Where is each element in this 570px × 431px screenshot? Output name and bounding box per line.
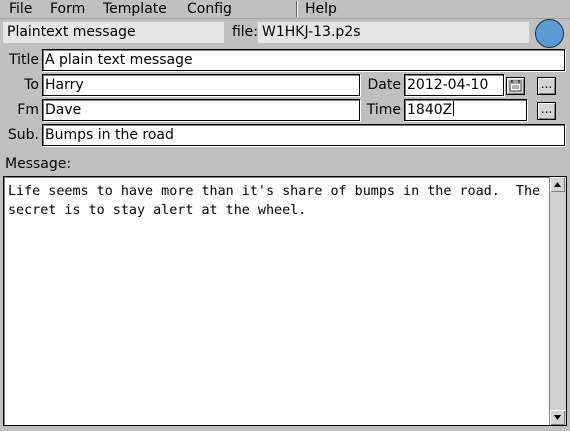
message-text[interactable]: Life seems to have more than it's share … (8, 182, 546, 220)
menu-file[interactable]: File (9, 1, 32, 18)
scroll-up-button[interactable] (550, 177, 565, 192)
date-label: Date (367, 77, 401, 93)
time-more-button[interactable]: ... (537, 102, 556, 120)
vertical-scrollbar[interactable] (549, 177, 566, 425)
title-label: Title (8, 52, 39, 68)
menu-form[interactable]: Form (50, 1, 85, 18)
to-input[interactable]: Harry (42, 74, 360, 96)
time-input[interactable]: 1840Z (404, 99, 527, 121)
calendar-icon (509, 80, 522, 92)
fm-label: Fm (17, 102, 39, 118)
time-value: 1840Z (407, 102, 453, 118)
menu-template[interactable]: Template (103, 1, 167, 18)
form-type-display: Plaintext message (3, 22, 224, 43)
subject-label: Sub. (7, 127, 39, 143)
title-input[interactable]: A plain text message (42, 49, 565, 71)
date-input[interactable]: 2012-04-10 (404, 74, 504, 96)
message-label: Message: (5, 156, 72, 172)
menu-bar: File Form Template Config Help (0, 0, 570, 19)
scroll-down-button[interactable] (550, 410, 565, 425)
time-label: Time (366, 102, 401, 118)
subject-input[interactable]: Bumps in the road (42, 124, 565, 146)
file-label: file: (231, 24, 258, 40)
fm-input[interactable]: Dave (42, 99, 360, 121)
calendar-button[interactable] (506, 77, 525, 95)
date-more-button[interactable]: ... (537, 77, 556, 95)
arrow-down-icon (554, 415, 561, 420)
file-name-display: W1HKJ-13.p2s (258, 22, 529, 43)
arrow-up-icon (554, 182, 561, 187)
menu-config[interactable]: Config (187, 1, 232, 18)
menu-separator (296, 1, 297, 17)
message-editor[interactable]: Life seems to have more than it's share … (3, 176, 567, 426)
status-indicator (535, 19, 564, 48)
text-cursor (453, 101, 455, 116)
to-label: To (24, 77, 39, 93)
menu-help[interactable]: Help (305, 1, 337, 18)
